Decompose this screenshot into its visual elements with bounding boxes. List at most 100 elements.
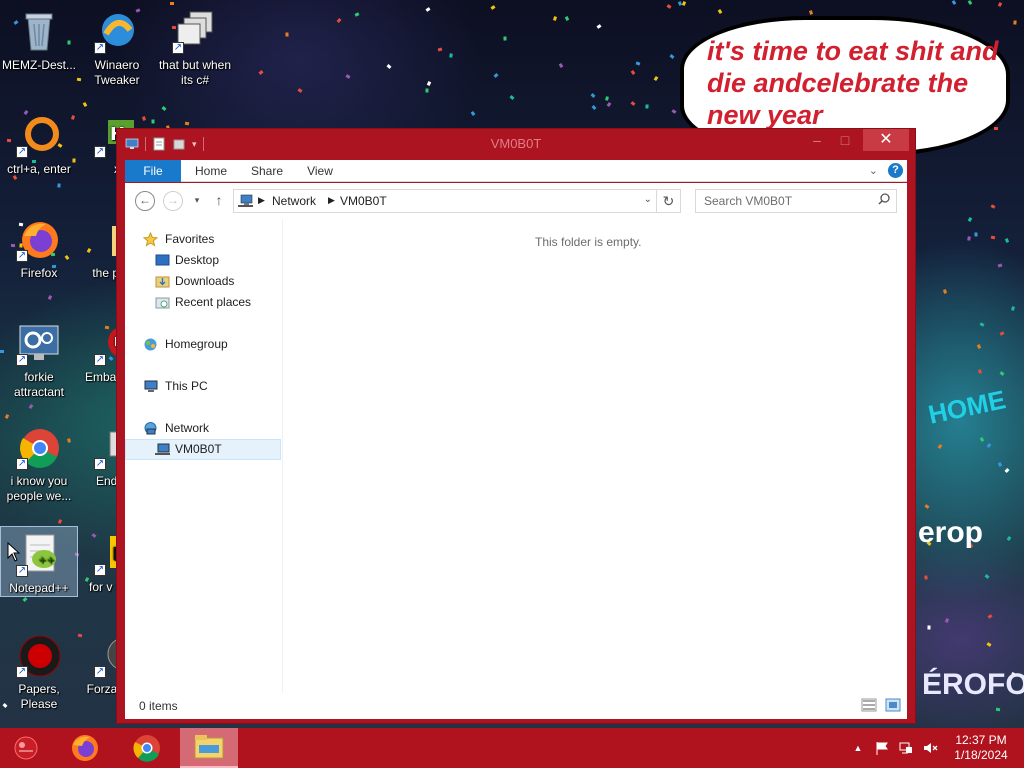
clock-date: 1/18/2024 (954, 748, 1008, 762)
nav-label: VM0B0T (175, 442, 222, 456)
file-explorer-window[interactable]: ▾ VM0B0T – □ ✕ File Home Share View ⌄ ? … (116, 128, 916, 724)
navigation-pane: Favorites Desktop Downloads Recent place… (125, 219, 283, 693)
confetti-piece (1004, 468, 1010, 473)
clock-time: 12:37 PM (955, 733, 1007, 747)
content-area: Favorites Desktop Downloads Recent place… (125, 219, 907, 693)
desktop-icon-ctrl-a-enter[interactable]: ↗ ctrl+a, enter (0, 108, 78, 177)
orange-ring-icon: ↗ (16, 112, 62, 158)
homegroup-icon (144, 338, 157, 351)
network-status-icon[interactable] (898, 740, 914, 756)
show-hidden-icons-button[interactable]: ▲ (850, 740, 866, 756)
confetti-piece (986, 642, 992, 647)
nav-label: Favorites (165, 232, 215, 246)
search-icon[interactable] (878, 193, 890, 205)
tab-file[interactable]: File (125, 160, 181, 182)
breadcrumb-chevron-icon[interactable]: ▶ (258, 195, 265, 206)
shortcut-arrow-icon: ↗ (94, 666, 106, 678)
taskbar-firefox[interactable] (56, 728, 114, 768)
address-bar[interactable]: ▶ Network ▶ VM0B0T ⌄ (233, 189, 657, 213)
minimize-button[interactable]: – (803, 129, 831, 151)
back-button[interactable]: ← (135, 191, 155, 211)
nav-label: Downloads (175, 274, 235, 288)
confetti-piece (974, 232, 978, 237)
status-bar: 0 items (125, 693, 907, 719)
confetti-piece (605, 96, 609, 101)
confetti-piece (57, 519, 63, 524)
confetti-piece (161, 106, 167, 111)
taskbar-file-explorer[interactable] (180, 728, 238, 768)
confetti-piece (1006, 536, 1012, 541)
nav-item-desktop[interactable]: Desktop (125, 250, 281, 271)
winaero-icon: ↗ (94, 8, 140, 54)
close-button[interactable]: ✕ (863, 129, 909, 151)
desktop-icon-that-but-when[interactable]: ↗ that but when its c# (156, 4, 234, 88)
large-icons-view-icon[interactable] (885, 698, 901, 712)
desktop-icon-label: Papers, Please (18, 682, 60, 711)
window-titlebar[interactable]: ▾ VM0B0T – □ ✕ (117, 129, 915, 159)
taskbar: ▲ 12:37 PM 1/18/2024 (0, 728, 1024, 768)
desktop-icon-label: Notepad++ (9, 581, 69, 595)
breadcrumb-vm0b0t[interactable]: VM0B0T (340, 194, 387, 208)
nav-item-recent-places[interactable]: Recent places (125, 292, 281, 313)
tab-share[interactable]: Share (243, 160, 291, 182)
nav-item-network[interactable]: Network (125, 418, 281, 439)
tab-home[interactable]: Home (185, 160, 237, 182)
ribbon-controls: ⌄ ? (869, 163, 903, 178)
confetti-piece (630, 70, 636, 75)
up-button[interactable]: ↑ (209, 191, 229, 211)
refresh-button[interactable]: ↻ (657, 189, 681, 213)
confetti-piece (924, 504, 930, 509)
search-input[interactable] (704, 191, 874, 211)
nav-item-homegroup[interactable]: Homegroup (125, 334, 281, 355)
confetti-piece (336, 18, 342, 23)
confetti-piece (937, 444, 943, 449)
desktop-icon-papers-please[interactable]: ↗ Papers, Please (0, 628, 78, 712)
papers-please-icon: ↗ (16, 632, 62, 678)
confetti-piece (426, 81, 432, 86)
confetti-piece (995, 707, 1001, 712)
desktop-icon-chrome[interactable]: ↗ i know you people we... (0, 420, 78, 504)
shortcut-arrow-icon: ↗ (94, 354, 106, 366)
confetti-piece (951, 0, 957, 5)
confetti-piece (82, 102, 88, 107)
confetti-piece (470, 111, 476, 116)
desktop-icon-memz[interactable]: MEMZ-Dest... (0, 4, 78, 73)
notepad-plus-plus-icon: ++ ↗ (16, 531, 62, 577)
expand-ribbon-icon[interactable]: ⌄ (869, 164, 878, 177)
search-box[interactable] (695, 189, 897, 213)
confetti-piece (635, 61, 641, 66)
start-button[interactable] (0, 728, 52, 768)
desktop-icon-firefox[interactable]: ↗ Firefox (0, 212, 78, 281)
desktop-icon-label: that but when its c# (158, 58, 232, 87)
nav-item-downloads[interactable]: Downloads (125, 271, 281, 292)
forward-button[interactable]: → (163, 191, 183, 211)
confetti-piece (717, 9, 723, 14)
confetti-piece (943, 289, 947, 294)
confetti-piece (285, 32, 289, 37)
confetti-piece (345, 74, 351, 79)
desktop-icon-label: i know you people we... (6, 474, 72, 503)
breadcrumb-network[interactable]: Network (272, 194, 316, 208)
desktop-icon-forkie[interactable]: ↗ forkie attractant (0, 316, 78, 400)
nav-item-favorites[interactable]: Favorites (125, 229, 281, 250)
desktop-icon-winaero-tweaker[interactable]: ↗ Winaero Tweaker (78, 4, 156, 88)
nav-item-vm0b0t[interactable]: VM0B0T (125, 439, 281, 460)
recent-locations-dropdown[interactable]: ▾ (187, 191, 207, 211)
details-view-icon[interactable] (861, 698, 877, 712)
volume-muted-icon[interactable] (922, 740, 938, 756)
address-dropdown-icon[interactable]: ⌄ (644, 194, 652, 205)
confetti-piece (4, 414, 10, 419)
confetti-piece (979, 437, 985, 442)
taskbar-chrome[interactable] (118, 728, 176, 768)
action-center-flag-icon[interactable] (874, 740, 890, 756)
taskbar-clock[interactable]: 12:37 PM 1/18/2024 (948, 733, 1014, 763)
nav-item-this-pc[interactable]: This PC (125, 376, 281, 397)
confetti-piece (967, 236, 971, 241)
tab-view[interactable]: View (297, 160, 343, 182)
breadcrumb-chevron-icon[interactable]: ▶ (328, 195, 335, 206)
desktop-icon-label: forkie attractant (13, 370, 65, 399)
confetti-piece (944, 618, 950, 623)
item-count: 0 items (139, 699, 178, 713)
maximize-button[interactable]: □ (831, 129, 859, 151)
help-icon[interactable]: ? (888, 163, 903, 178)
